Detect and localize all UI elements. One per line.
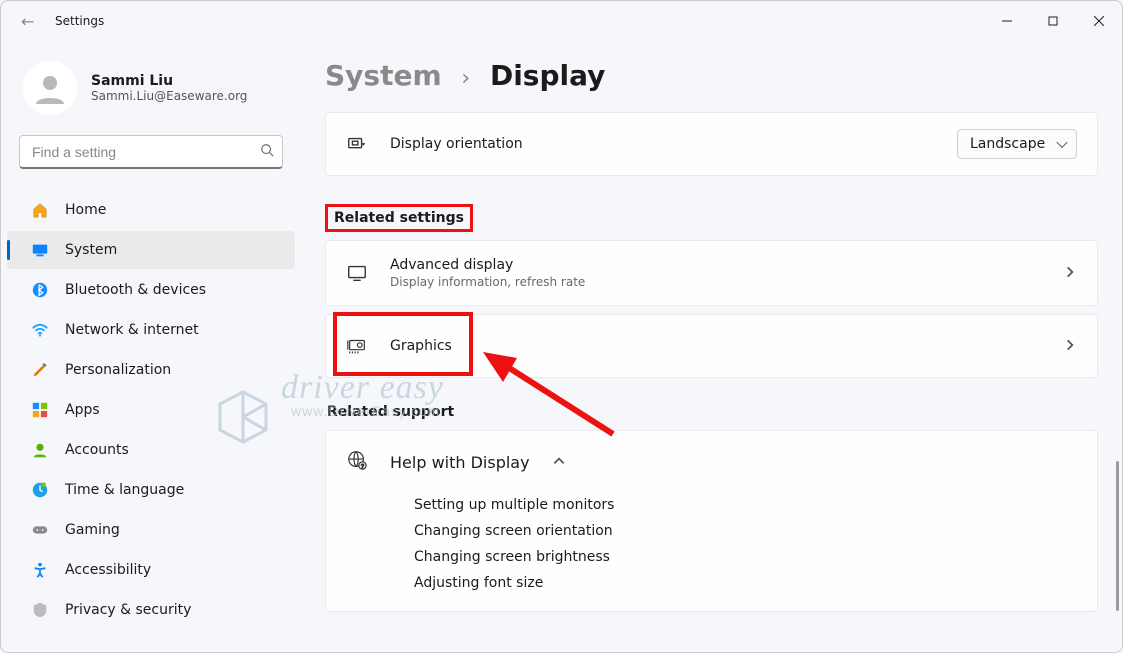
help-items: Setting up multiple monitors Changing sc… <box>326 493 1097 611</box>
section-related-settings: Related settings <box>334 210 464 226</box>
sidebar-item-label: Personalization <box>65 362 171 378</box>
gaming-icon <box>31 521 49 539</box>
breadcrumb-current: Display <box>490 59 605 92</box>
breadcrumb-parent[interactable]: System <box>325 59 442 92</box>
orientation-value: Landscape <box>970 136 1045 152</box>
sidebar-item-label: System <box>65 242 117 258</box>
graphics-title: Graphics <box>390 338 1041 354</box>
section-related-support: Related support <box>327 404 1098 420</box>
bluetooth-icon <box>31 281 49 299</box>
display-orientation-row[interactable]: Display orientation Landscape <box>325 112 1098 176</box>
sidebar-item-system[interactable]: System <box>7 231 295 269</box>
chevron-right-icon <box>1063 337 1077 356</box>
sidebar-item-accessibility[interactable]: Accessibility <box>7 551 295 589</box>
chevron-right-icon: › <box>461 66 470 91</box>
search-icon <box>260 142 274 161</box>
sidebar-item-network[interactable]: Network & internet <box>7 311 295 349</box>
graphics-row[interactable]: Graphics <box>325 314 1098 378</box>
orientation-select[interactable]: Landscape <box>957 129 1077 159</box>
sidebar-item-apps[interactable]: Apps <box>7 391 295 429</box>
search-box[interactable] <box>19 135 283 169</box>
sidebar-item-label: Bluetooth & devices <box>65 282 206 298</box>
wifi-icon <box>31 321 49 339</box>
minimize-button[interactable] <box>984 1 1030 41</box>
sidebar-item-personalization[interactable]: Personalization <box>7 351 295 389</box>
help-title: Help with Display <box>390 453 530 472</box>
help-link[interactable]: Changing screen orientation <box>414 523 1077 539</box>
maximize-button[interactable] <box>1030 1 1076 41</box>
avatar <box>23 61 77 115</box>
sidebar-item-label: Home <box>65 202 106 218</box>
annotation-highlight: Related settings <box>325 204 473 232</box>
sidebar: Sammi Liu Sammi.Liu@Easeware.org Home Sy… <box>1 41 301 652</box>
help-link[interactable]: Adjusting font size <box>414 575 1077 591</box>
sidebar-item-accounts[interactable]: Accounts <box>7 431 295 469</box>
brush-icon <box>31 361 49 379</box>
titlebar: ← Settings <box>1 1 1122 41</box>
orientation-icon <box>346 133 368 155</box>
advanced-display-row[interactable]: Advanced display Display information, re… <box>325 240 1098 306</box>
accounts-icon <box>31 441 49 459</box>
gpu-icon <box>346 335 368 357</box>
sidebar-item-gaming[interactable]: Gaming <box>7 511 295 549</box>
chevron-up-icon <box>552 453 566 472</box>
apps-icon <box>31 401 49 419</box>
scrollbar-thumb[interactable] <box>1116 461 1119 611</box>
help-link[interactable]: Changing screen brightness <box>414 549 1077 565</box>
sidebar-item-label: Privacy & security <box>65 602 191 618</box>
sidebar-item-label: Accounts <box>65 442 129 458</box>
search-input[interactable] <box>30 143 260 161</box>
advanced-title: Advanced display <box>390 257 1041 273</box>
sidebar-item-time[interactable]: Time & language <box>7 471 295 509</box>
sidebar-item-label: Gaming <box>65 522 120 538</box>
clock-icon <box>31 481 49 499</box>
main-content: System › Display Display orientation Lan… <box>301 41 1122 652</box>
sidebar-item-label: Network & internet <box>65 322 199 338</box>
profile-email: Sammi.Liu@Easeware.org <box>91 89 247 103</box>
profile-block[interactable]: Sammi Liu Sammi.Liu@Easeware.org <box>1 51 301 135</box>
close-button[interactable] <box>1076 1 1122 41</box>
help-with-display-card: ? Help with Display Setting up multiple … <box>325 430 1098 612</box>
shield-icon <box>31 601 49 619</box>
sidebar-item-privacy[interactable]: Privacy & security <box>7 591 295 629</box>
chevron-right-icon <box>1063 264 1077 283</box>
sidebar-item-home[interactable]: Home <box>7 191 295 229</box>
monitor-icon <box>346 262 368 284</box>
system-icon <box>31 241 49 259</box>
profile-name: Sammi Liu <box>91 73 247 89</box>
window-title: Settings <box>55 14 104 28</box>
help-link[interactable]: Setting up multiple monitors <box>414 497 1077 513</box>
home-icon <box>31 201 49 219</box>
sidebar-item-label: Time & language <box>65 482 184 498</box>
nav: Home System Bluetooth & devices Network … <box>1 191 301 629</box>
orientation-label: Display orientation <box>390 136 935 152</box>
svg-text:?: ? <box>361 464 364 470</box>
sidebar-item-label: Apps <box>65 402 100 418</box>
accessibility-icon <box>31 561 49 579</box>
globe-help-icon: ? <box>346 449 368 475</box>
sidebar-item-bluetooth[interactable]: Bluetooth & devices <box>7 271 295 309</box>
back-icon[interactable]: ← <box>21 12 41 31</box>
advanced-sub: Display information, refresh rate <box>390 275 1041 289</box>
help-header[interactable]: ? Help with Display <box>326 431 1097 493</box>
sidebar-item-label: Accessibility <box>65 562 151 578</box>
breadcrumb: System › Display <box>325 59 1098 92</box>
